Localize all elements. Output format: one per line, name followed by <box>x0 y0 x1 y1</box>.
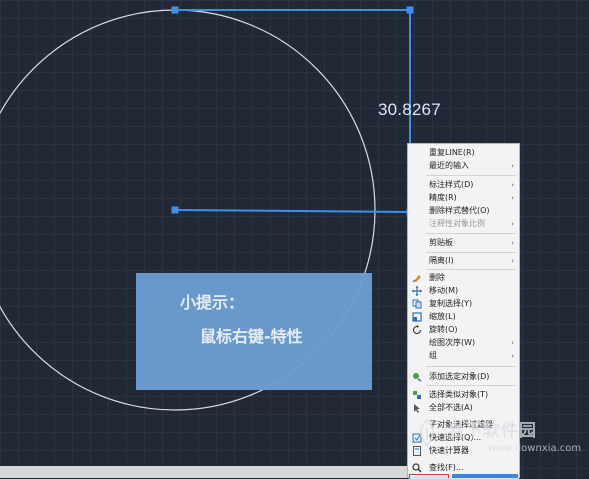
menu-item-label: 选择类似对象(T) <box>429 390 489 399</box>
properties-highlight-strip <box>452 474 518 478</box>
menu-item-copy[interactable]: 复制选择(Y) <box>408 298 519 310</box>
tip-box: 小提示： 鼠标右键-特性 <box>136 273 372 390</box>
menu-separator <box>426 385 516 386</box>
menu-item-rotate[interactable]: 旋转(O) <box>408 324 519 336</box>
menu-separator <box>426 252 516 253</box>
menu-separator <box>426 233 516 234</box>
tip-body: 鼠标右键-特性 <box>200 327 303 346</box>
eraser-icon <box>412 275 421 283</box>
menu-item-label: 标注样式(D) <box>429 180 474 189</box>
menu-item-label: 删除 <box>429 273 445 282</box>
chevron-right-icon: › <box>511 220 514 228</box>
grip-top-left[interactable] <box>171 6 179 14</box>
menu-item-label: 移动(M) <box>429 286 459 295</box>
chevron-right-icon: › <box>511 339 514 347</box>
deselect-icon <box>414 404 420 413</box>
watermark-url: www.downxia.com <box>488 443 582 454</box>
move-icon <box>412 286 422 296</box>
chevron-right-icon: › <box>511 194 514 202</box>
menu-separator <box>426 366 516 367</box>
menu-item-recent-input[interactable]: 最近的输入 › <box>408 160 519 172</box>
chevron-right-icon: › <box>511 352 514 360</box>
properties-callout-mark <box>409 474 449 478</box>
menu-item-label: 全部不选(A) <box>429 403 473 412</box>
menu-item-precision[interactable]: 精度(R) › <box>408 192 519 204</box>
scale-icon <box>412 312 422 322</box>
menu-item-select-similar[interactable]: 选择类似对象(T) <box>408 389 519 401</box>
rotate-icon <box>412 325 422 335</box>
menu-item-label: 删除样式替代(O) <box>429 206 490 215</box>
menu-item-label: 重复LINE(R) <box>429 148 475 157</box>
menu-item-annotative-scale[interactable]: 注释性对象比例 › <box>408 218 519 230</box>
menu-item-label: 查找(F)... <box>429 463 464 472</box>
menu-item-clipboard[interactable]: 剪贴板 › <box>408 237 519 249</box>
dimension-value-label: 30.8267 <box>378 100 441 119</box>
menu-item-label: 复制选择(Y) <box>429 299 473 308</box>
menu-item-label: 剪贴板 <box>429 238 453 247</box>
menu-item-deselect-all[interactable]: 全部不选(A) <box>408 402 519 414</box>
menu-item-repeat-line[interactable]: 重复LINE(R) <box>408 147 519 159</box>
menu-item-label: 精度(R) <box>429 193 457 202</box>
menu-item-label: 隔离(I) <box>429 256 454 265</box>
menu-item-label: 缩放(L) <box>429 312 456 321</box>
menu-item-erase[interactable]: 删除 <box>408 272 519 284</box>
find-icon <box>412 463 422 473</box>
grip-top-right[interactable] <box>406 6 414 14</box>
chevron-right-icon: › <box>511 257 514 265</box>
menu-item-label: 绘图次序(W) <box>429 338 476 347</box>
menu-item-label: 组 <box>429 351 437 360</box>
menu-separator <box>426 175 516 176</box>
grip-center[interactable] <box>171 206 179 214</box>
menu-item-label: 添加选定对象(D) <box>429 372 490 381</box>
watermark-name: 当下软件园 <box>447 421 537 441</box>
add-selected-icon <box>413 373 422 382</box>
menu-item-scale[interactable]: 缩放(L) <box>408 311 519 323</box>
menu-item-label: 注释性对象比例 <box>429 219 485 228</box>
copy-icon <box>412 299 422 309</box>
status-bar <box>0 466 407 478</box>
chevron-right-icon: › <box>511 162 514 170</box>
menu-item-find[interactable]: 查找(F)... <box>408 462 519 474</box>
watermark-logo-icon <box>420 418 434 448</box>
menu-item-dim-style[interactable]: 标注样式(D) › <box>408 179 519 191</box>
select-similar-icon <box>413 391 421 399</box>
menu-item-draw-order[interactable]: 绘图次序(W) › <box>408 337 519 349</box>
chevron-right-icon: › <box>511 181 514 189</box>
menu-separator <box>426 269 516 270</box>
menu-item-add-selected[interactable]: 添加选定对象(D) <box>408 371 519 383</box>
menu-item-group[interactable]: 组 › <box>408 350 519 362</box>
menu-item-label: 最近的输入 <box>429 161 469 170</box>
menu-item-label: 旋转(O) <box>429 325 458 334</box>
menu-item-isolate[interactable]: 隔离(I) › <box>408 255 519 267</box>
menu-item-move[interactable]: 移动(M) <box>408 285 519 297</box>
chevron-right-icon: › <box>511 239 514 247</box>
menu-item-remove-override[interactable]: 删除样式替代(O) <box>408 205 519 217</box>
tip-title: 小提示： <box>180 293 245 312</box>
